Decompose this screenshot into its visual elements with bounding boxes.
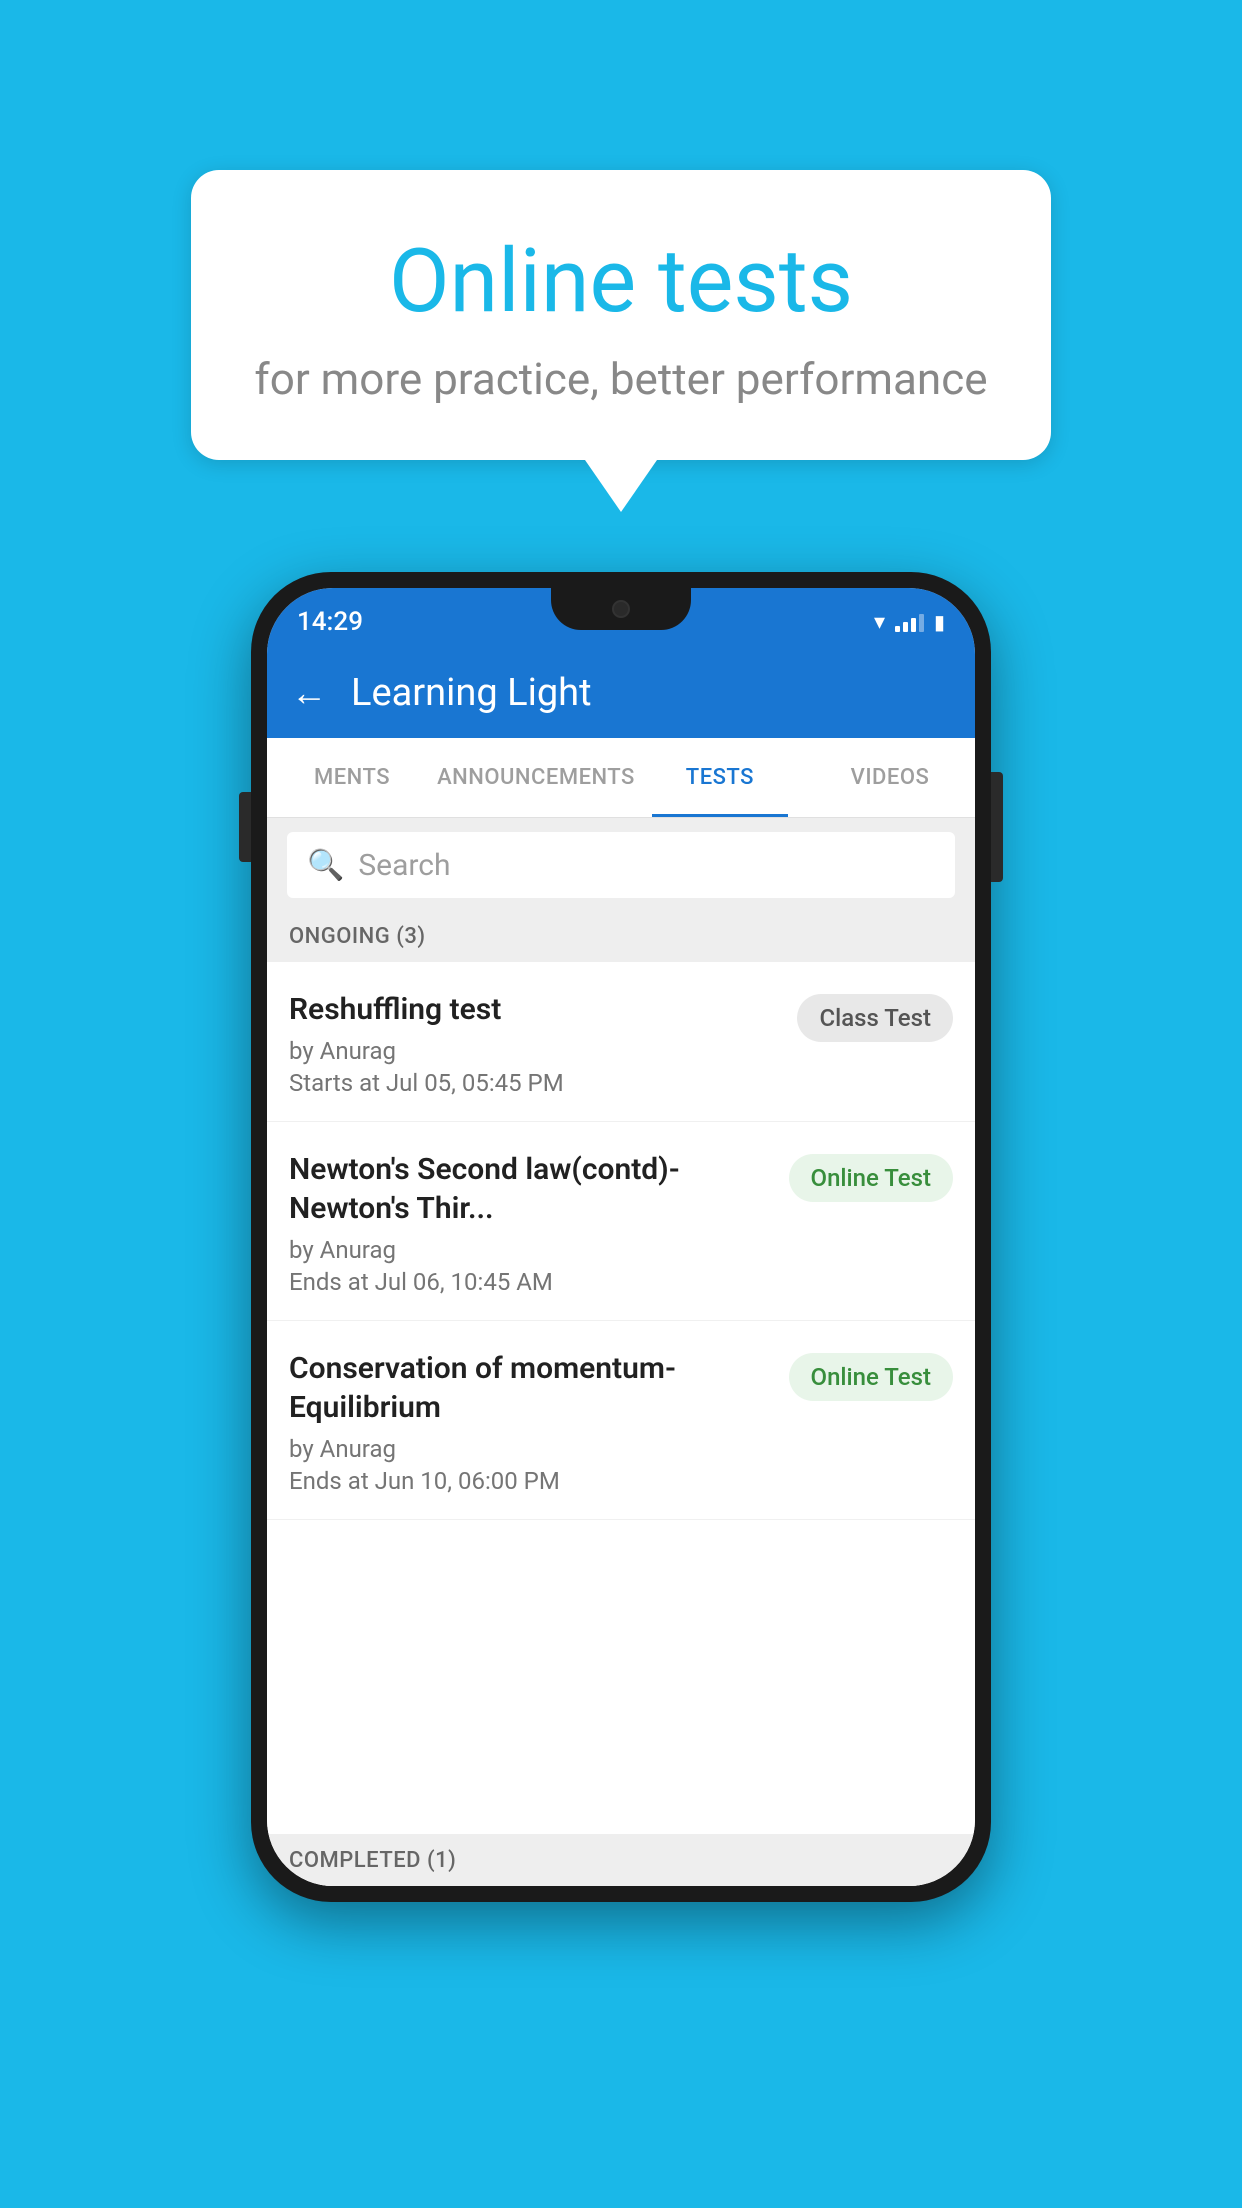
- list-item[interactable]: Newton's Second law(contd)-Newton's Thir…: [267, 1122, 975, 1321]
- test-info-3: Conservation of momentum-Equilibrium by …: [289, 1349, 773, 1495]
- test-badge-2: Online Test: [789, 1154, 953, 1202]
- phone-screen: 14:29 ▾ ▮ ← Learning Light: [267, 588, 975, 1886]
- battery-icon: ▮: [934, 610, 945, 634]
- ongoing-section-header: ONGOING (3): [267, 910, 975, 962]
- search-placeholder: Search: [358, 848, 450, 883]
- test-author-1: by Anurag: [289, 1037, 781, 1065]
- tab-ments[interactable]: MENTS: [267, 738, 437, 817]
- speech-bubble-subtitle: for more practice, better performance: [251, 353, 991, 405]
- signal-bar-3: [911, 618, 916, 632]
- list-item[interactable]: Reshuffling test by Anurag Starts at Jul…: [267, 962, 975, 1122]
- completed-label: COMPLETED (1): [289, 1848, 456, 1873]
- tab-announcements[interactable]: ANNOUNCEMENTS: [437, 738, 635, 817]
- phone-outer: 14:29 ▾ ▮ ← Learning Light: [251, 572, 991, 1902]
- camera: [612, 600, 630, 618]
- app-header: ← Learning Light: [267, 648, 975, 738]
- speech-bubble-arrow: [585, 460, 657, 512]
- test-name-3: Conservation of momentum-Equilibrium: [289, 1349, 773, 1427]
- tab-videos[interactable]: VIDEOS: [805, 738, 975, 817]
- speech-bubble-container: Online tests for more practice, better p…: [191, 170, 1051, 512]
- speech-bubble: Online tests for more practice, better p…: [191, 170, 1051, 460]
- test-name-1: Reshuffling test: [289, 990, 781, 1029]
- app-title: Learning Light: [351, 671, 592, 715]
- test-info-2: Newton's Second law(contd)-Newton's Thir…: [289, 1150, 773, 1296]
- signal-bars-icon: [895, 612, 924, 632]
- test-list: Reshuffling test by Anurag Starts at Jul…: [267, 962, 975, 1886]
- wifi-icon: ▾: [874, 610, 885, 635]
- tabs-container: MENTS ANNOUNCEMENTS TESTS VIDEOS: [267, 738, 975, 818]
- test-name-2: Newton's Second law(contd)-Newton's Thir…: [289, 1150, 773, 1228]
- signal-bar-4: [919, 614, 924, 632]
- phone-wrapper: 14:29 ▾ ▮ ← Learning Light: [251, 572, 991, 1902]
- speech-bubble-title: Online tests: [251, 230, 991, 333]
- status-time: 14:29: [297, 607, 363, 637]
- test-info-1: Reshuffling test by Anurag Starts at Jul…: [289, 990, 781, 1097]
- test-author-2: by Anurag: [289, 1236, 773, 1264]
- signal-bar-1: [895, 626, 900, 632]
- status-icons: ▾ ▮: [874, 610, 945, 635]
- search-icon: 🔍: [307, 848, 344, 883]
- ongoing-label: ONGOING (3): [289, 924, 426, 949]
- completed-section-header: COMPLETED (1): [267, 1834, 975, 1886]
- test-date-2: Ends at Jul 06, 10:45 AM: [289, 1268, 773, 1296]
- test-badge-1: Class Test: [797, 994, 953, 1042]
- tab-tests[interactable]: TESTS: [635, 738, 805, 817]
- search-container: 🔍 Search: [267, 818, 975, 912]
- test-date-3: Ends at Jun 10, 06:00 PM: [289, 1467, 773, 1495]
- search-bar[interactable]: 🔍 Search: [287, 832, 955, 898]
- phone-notch: [551, 588, 691, 630]
- back-button[interactable]: ←: [291, 672, 327, 714]
- test-badge-3: Online Test: [789, 1353, 953, 1401]
- test-author-3: by Anurag: [289, 1435, 773, 1463]
- test-date-1: Starts at Jul 05, 05:45 PM: [289, 1069, 781, 1097]
- list-item[interactable]: Conservation of momentum-Equilibrium by …: [267, 1321, 975, 1520]
- signal-bar-2: [903, 622, 908, 632]
